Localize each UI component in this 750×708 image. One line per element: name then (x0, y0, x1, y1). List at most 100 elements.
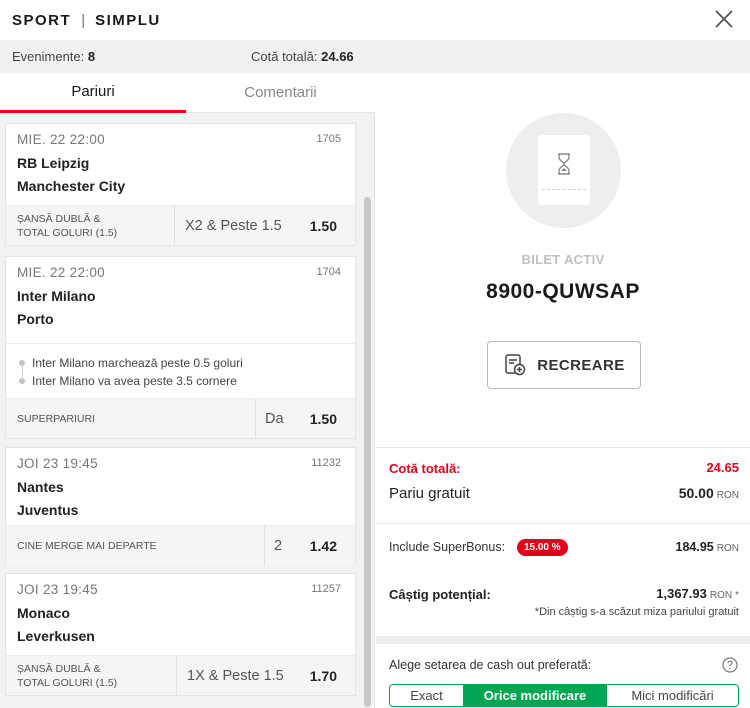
recreate-label: RECREARE (537, 356, 625, 374)
event-date: MIE. 22 22:00 (17, 265, 105, 280)
ticket-code: 8900-QUWSAP (486, 280, 640, 303)
page-title: SPORT | SIMPLU (12, 12, 161, 29)
events-label: Evenimente: (12, 49, 85, 64)
market-line: TOTAL GOLURI (1.5) (17, 226, 118, 239)
header: SPORT | SIMPLU (0, 0, 750, 40)
home-team: Monaco (17, 605, 70, 621)
event-date: MIE. 22 22:00 (17, 132, 105, 147)
bet-card: JOI 23 19:45 11232 Nantes Juventus CINE … (5, 447, 356, 566)
bet-odd: 1.50 (309, 410, 337, 427)
cashout-selector: Exact Orice modificare Mici modificări (389, 684, 739, 707)
event-code: 11257 (311, 583, 341, 595)
bet-selection: ȘANSĂ DUBLĂ & TOTAL GOLURI (1.5) 1X & Pe… (6, 655, 355, 696)
bet-pick: X2 & Peste 1.5 (185, 217, 282, 234)
market-line: ȘANSĂ DUBLĂ & (17, 212, 101, 225)
away-team: Leverkusen (17, 628, 95, 644)
ticket-panel: BILET ACTIV 8900-QUWSAP RECREARE Cotă to… (376, 73, 750, 708)
market-line: TOTAL GOLURI (1.5) (17, 676, 118, 689)
bet-card: MIE. 22 22:00 1705 RB Leipzig Manchester… (5, 123, 356, 246)
title-separator: | (81, 11, 86, 29)
stake-value: 50.00 RON (679, 485, 739, 501)
events-count: Evenimente: 8 (12, 49, 95, 64)
event-date: JOI 23 19:45 (17, 582, 98, 597)
away-team: Manchester City (17, 178, 126, 194)
home-team: Nantes (17, 479, 64, 495)
free-bet-note: *Din câștig s-a scăzut miza pariului gra… (534, 606, 739, 618)
event-code: 11232 (311, 457, 341, 469)
ticket-status: BILET ACTIV (521, 252, 605, 267)
bet-selection: CINE MERGE MAI DEPARTE 2 1.42 (6, 525, 355, 566)
win-amount: 1,367.93 (656, 586, 707, 601)
sub-bet-label: Inter Milano marchează peste 0.5 goluri (32, 356, 243, 370)
home-team: RB Leipzig (17, 155, 90, 171)
bonus-amount: 184.95 (675, 540, 714, 554)
bet-odd: 1.50 (309, 217, 337, 234)
cashout-option-small-change[interactable]: Mici modificări (606, 685, 738, 706)
sub-bet-item: Inter Milano va avea peste 3.5 cornere (6, 372, 355, 390)
win-asterisk: * (735, 590, 739, 601)
event-code: 1705 (316, 133, 341, 145)
brand-label: SPORT (12, 11, 72, 29)
bet-selection: ȘANSĂ DUBLĂ & TOTAL GOLURI (1.5) X2 & Pe… (6, 205, 355, 246)
total-odds-summary: Cotă totală: 24.66 (251, 49, 354, 64)
tabs: Pariuri Comentarii (0, 73, 375, 113)
bullet-icon (19, 378, 25, 384)
total-odds-value: 24.65 (706, 460, 739, 475)
currency: RON (709, 590, 733, 601)
bet-pick: Da (265, 410, 284, 427)
cashout-label: Alege setarea de cash out preferată: (389, 658, 592, 672)
tab-bets[interactable]: Pariuri (0, 73, 186, 113)
close-icon[interactable] (712, 7, 736, 31)
divider (176, 656, 177, 696)
odds-value: 24.66 (321, 49, 354, 64)
mode-label: SIMPLU (95, 11, 161, 29)
bets-panel: Pariuri Comentarii MIE. 22 22:00 1705 RB… (0, 73, 375, 708)
potential-win-value: 1,367.93 RON * (656, 586, 739, 601)
divider (376, 523, 750, 524)
cashout-option-exact[interactable]: Exact (390, 685, 463, 706)
event-date: JOI 23 19:45 (17, 456, 98, 471)
stake-label: Pariu gratuit (389, 485, 470, 502)
stake-amount: 50.00 (678, 485, 714, 501)
bet-card: MIE. 22 22:00 1704 Inter Milano Porto In… (5, 256, 356, 439)
hourglass-icon (558, 153, 570, 175)
bet-list[interactable]: MIE. 22 22:00 1705 RB Leipzig Manchester… (0, 113, 375, 708)
bet-pick: 1X & Peste 1.5 (187, 667, 284, 684)
bet-market: CINE MERGE MAI DEPARTE (17, 539, 157, 552)
bet-odd: 1.70 (309, 667, 337, 684)
sub-bet-item: Inter Milano marchează peste 0.5 goluri (6, 354, 355, 378)
ticket-perforation (542, 189, 586, 190)
total-odds-row: Cotă totală: 24.65 (389, 460, 739, 478)
potential-win-label: Câștig potențial: (389, 587, 491, 602)
bonus-row: Include SuperBonus: 15.00 % 184.95 RON (389, 538, 739, 560)
odds-label: Cotă totală: (251, 49, 318, 64)
market-line: ȘANSĂ DUBLĂ & (17, 662, 101, 675)
bonus-badge: 15.00 % (516, 538, 568, 556)
scrollbar-thumb[interactable] (364, 197, 371, 707)
recreate-button[interactable]: RECREARE (487, 341, 641, 389)
tab-comments[interactable]: Comentarii (186, 73, 375, 113)
currency: RON (716, 543, 739, 554)
bonus-label: Include SuperBonus: (389, 540, 506, 554)
bet-card: JOI 23 19:45 11257 Monaco Leverkusen ȘAN… (5, 573, 356, 696)
bet-market: ȘANSĂ DUBLĂ & TOTAL GOLURI (1.5) (6, 662, 117, 690)
summary-bar: Evenimente: 8 Cotă totală: 24.66 (0, 40, 750, 73)
away-team: Porto (17, 311, 54, 327)
bet-selection: SUPERPARIURI Da 1.50 (6, 398, 355, 439)
bet-pick: 2 (274, 537, 283, 554)
divider (174, 206, 175, 246)
ticket-card (538, 135, 590, 205)
event-code: 1704 (316, 266, 341, 278)
cashout-option-any-change[interactable]: Orice modificare (463, 685, 606, 706)
close-button[interactable] (712, 7, 736, 31)
away-team: Juventus (17, 502, 79, 518)
divider (376, 447, 750, 448)
stake-row: Pariu gratuit 50.00 RON (389, 485, 739, 507)
events-value: 8 (87, 49, 96, 64)
bet-odd: 1.42 (309, 537, 337, 554)
sub-bet-list: Inter Milano marchează peste 0.5 goluri … (6, 343, 355, 399)
bonus-value: 184.95 RON (676, 540, 739, 554)
bet-market: SUPERPARIURI (17, 412, 95, 425)
help-icon[interactable] (722, 657, 738, 673)
cashout-section: Alege setarea de cash out preferată: Exa… (376, 636, 750, 708)
